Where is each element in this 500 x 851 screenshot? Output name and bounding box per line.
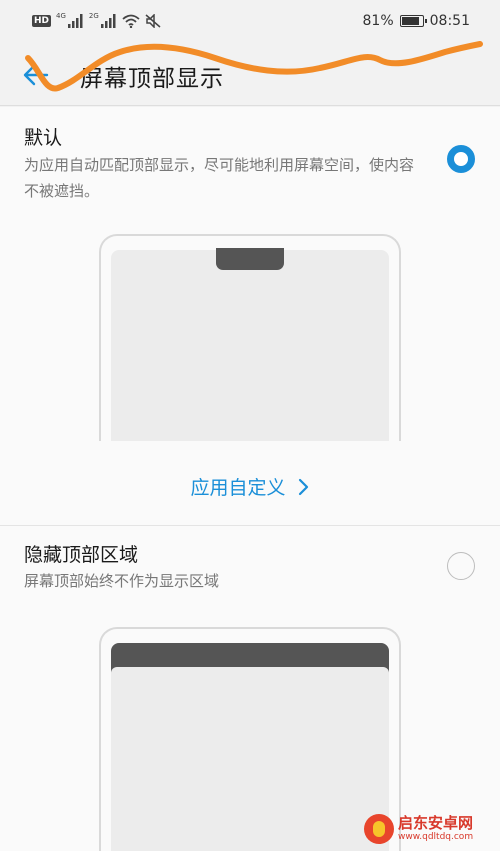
phone-notch (216, 248, 284, 270)
back-button[interactable] (20, 59, 52, 91)
mute-icon (145, 14, 161, 28)
status-right: 81% 08:51 (363, 11, 470, 31)
signal-icon (100, 14, 116, 28)
battery-icon (399, 15, 427, 27)
back-arrow-icon (23, 64, 49, 86)
battery-fill (401, 17, 420, 25)
watermark-text: 启东安卓网 www.qdltdq.com (398, 815, 473, 843)
status-left: HD 4G 2G (32, 12, 161, 30)
hd-badge: HD (32, 15, 52, 27)
settings-content: 默认 为应用自动匹配顶部显示，尽可能地利用屏幕空间，使内容不被遮挡。 应用自定义… (0, 107, 500, 851)
wifi-icon (122, 14, 140, 28)
network-type-2: 2G (88, 12, 99, 20)
signal-icon (67, 14, 83, 28)
section-divider (0, 525, 500, 526)
chevron-right-icon (298, 478, 308, 496)
battery-percent: 81% (362, 13, 394, 29)
app-custom-label: 应用自定义 (190, 477, 286, 499)
watermark: 启东安卓网 www.qdltdq.com (364, 811, 494, 847)
app-custom-link[interactable]: 应用自定义 (0, 473, 500, 500)
phone-screen (111, 248, 389, 441)
watermark-logo-icon (364, 814, 394, 844)
header: 屏幕顶部显示 (0, 42, 500, 106)
clock: 08:51 (429, 13, 470, 29)
phone-preview-default (99, 234, 401, 441)
option-default-description: 为应用自动匹配顶部显示，尽可能地利用屏幕空间，使内容不被遮挡。 (24, 156, 415, 200)
network-type-1: 4G (56, 12, 66, 20)
watermark-url: www.qdltdq.com (398, 832, 474, 842)
option-hide-description: 屏幕顶部始终不作为显示区域 (24, 572, 220, 590)
option-default-radio[interactable] (447, 145, 475, 173)
watermark-name: 启东安卓网 (398, 814, 474, 832)
phone-screen (111, 667, 389, 851)
option-hide-title: 隐藏顶部区域 (24, 544, 139, 566)
option-hide-radio[interactable] (447, 552, 475, 580)
option-default-title: 默认 (24, 127, 63, 149)
status-bar: HD 4G 2G 81% 08:51 (0, 0, 500, 42)
page-title: 屏幕顶部显示 (80, 66, 224, 92)
phone-preview-hidden (99, 627, 401, 851)
